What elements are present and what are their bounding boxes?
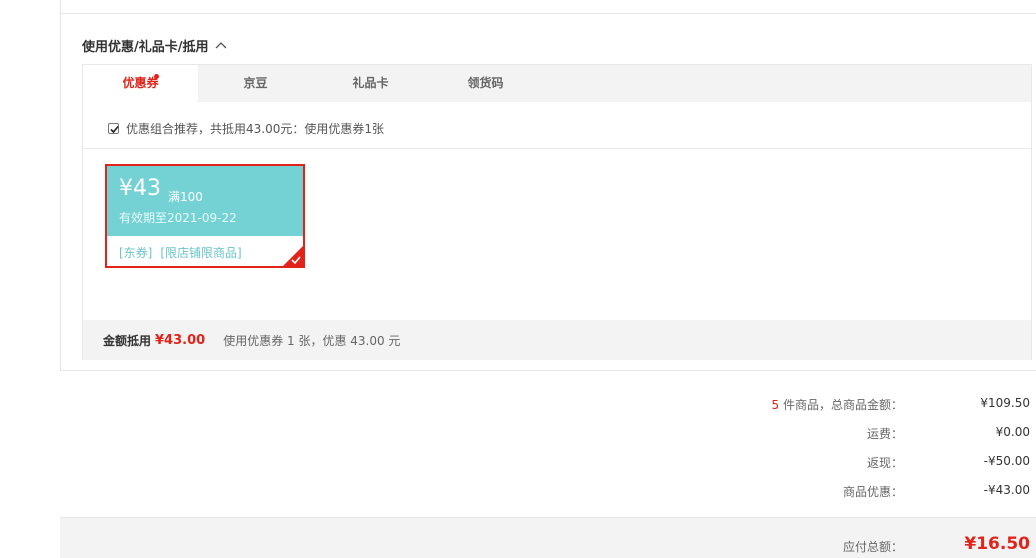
discount-summary: 金额抵用 ¥43.00 使用优惠券 1 张，优惠 43.00 元 [83, 320, 1031, 360]
chevron-up-icon[interactable] [214, 39, 228, 53]
divider [61, 13, 1036, 14]
payable-label: 应付总额： [842, 540, 903, 554]
payable-value: ¥16.50 [964, 534, 1030, 554]
coupon-amount: ¥43 [119, 176, 161, 201]
product-discount-value: -¥43.00 [983, 483, 1030, 497]
divider [83, 148, 1031, 149]
coupon-card[interactable]: ¥43 满100 有效期至2021-09-22 [东券] [限店铺限商品] [105, 164, 305, 268]
discount-panel: 使用优惠/礼品卡/抵用 优惠券 京豆 礼品卡 领货码 优惠组合推荐，共抵用43.… [60, 0, 1036, 371]
shipping-label: 运费： [866, 427, 903, 441]
coupon-tags: [东券] [限店铺限商品] [119, 244, 250, 261]
tab-coupons-label: 优惠券 [122, 76, 159, 90]
summary-amount: ¥43.00 [155, 332, 206, 348]
cashback-label: 返现： [866, 456, 903, 470]
tab-jingdou-label: 京豆 [243, 76, 268, 90]
items-total-row: 5 件商品，总商品金额： ¥109.50 [0, 396, 1036, 416]
coupon-validity: 有效期至2021-09-22 [119, 211, 237, 225]
product-discount-label: 商品优惠： [842, 485, 903, 499]
checkmark-icon [110, 125, 119, 134]
product-discount-row: 商品优惠： -¥43.00 [0, 483, 1036, 503]
cashback-row: 返现： -¥50.00 [0, 454, 1036, 474]
discount-tabs-box: 优惠券 京豆 礼品卡 领货码 优惠组合推荐，共抵用43.00元：使用优惠券1张 … [82, 64, 1032, 360]
recommend-checkbox[interactable] [108, 123, 119, 134]
coupon-tag: [东券] [119, 246, 153, 260]
coupon-tag: [限店铺限商品] [160, 246, 242, 260]
new-dot-badge [154, 74, 159, 79]
shipping-value: ¥0.00 [995, 425, 1030, 439]
recommend-text: 优惠组合推荐，共抵用43.00元：使用优惠券1张 [126, 122, 384, 136]
selected-check-icon [283, 246, 303, 266]
tab-redeem-code-label: 领货码 [467, 76, 504, 90]
tab-bar: 优惠券 京豆 礼品卡 领货码 [83, 65, 1031, 103]
cashback-value: -¥50.00 [983, 454, 1030, 468]
section-title: 使用优惠/礼品卡/抵用 [82, 40, 209, 55]
items-label-text: 件商品，总商品金额： [779, 398, 903, 412]
tab-gift-card[interactable]: 礼品卡 [313, 65, 428, 102]
summary-desc: 使用优惠券 1 张，优惠 43.00 元 [223, 333, 401, 348]
section-header[interactable]: 使用优惠/礼品卡/抵用 [82, 36, 228, 55]
payable-total-bar: 应付总额： ¥16.50 [60, 517, 1036, 558]
coupon-condition: 满100 [168, 190, 203, 204]
items-total-label: 5 件商品，总商品金额： [772, 396, 903, 413]
coupon-header: ¥43 满100 有效期至2021-09-22 [107, 166, 303, 236]
tab-jingdou[interactable]: 京豆 [198, 65, 313, 102]
recommend-option[interactable]: 优惠组合推荐，共抵用43.00元：使用优惠券1张 [108, 120, 384, 137]
tab-coupons[interactable]: 优惠券 [83, 65, 198, 103]
tab-gift-card-label: 礼品卡 [352, 76, 389, 90]
shipping-row: 运费： ¥0.00 [0, 425, 1036, 445]
tab-redeem-code[interactable]: 领货码 [428, 65, 543, 102]
summary-label: 金额抵用 [103, 333, 152, 348]
items-total-value: ¥109.50 [980, 396, 1030, 410]
